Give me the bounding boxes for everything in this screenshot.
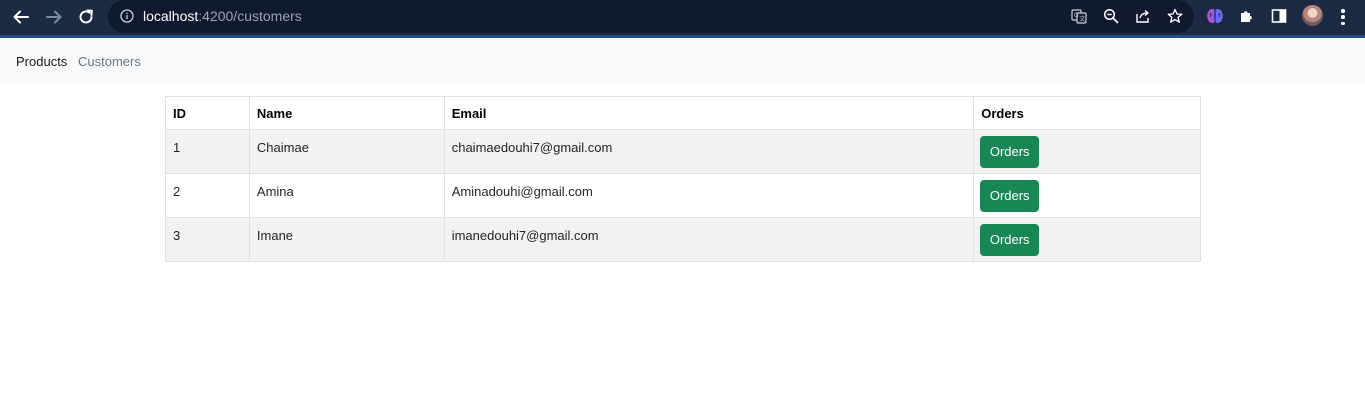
table-row: 2 Amina Aminadouhi@gmail.com Orders bbox=[165, 173, 1201, 218]
cell-orders: Orders bbox=[973, 129, 1201, 174]
zoom-icon bbox=[1103, 8, 1119, 24]
cell-orders: Orders bbox=[973, 173, 1201, 218]
orders-button[interactable]: Orders bbox=[980, 180, 1040, 212]
column-header-orders: Orders bbox=[973, 96, 1201, 130]
side-panel-icon bbox=[1271, 9, 1287, 23]
translate-icon: G 文 bbox=[1071, 9, 1087, 24]
back-arrow-icon bbox=[13, 10, 29, 24]
cell-name: Amina bbox=[248, 173, 445, 218]
more-menu-icon[interactable] bbox=[1336, 7, 1350, 27]
cell-email: imanedouhi7@gmail.com bbox=[443, 217, 975, 262]
orders-button[interactable]: Orders bbox=[980, 136, 1040, 168]
forward-arrow-icon bbox=[46, 10, 62, 24]
cell-id: 3 bbox=[165, 217, 250, 262]
puzzle-icon bbox=[1241, 11, 1252, 22]
orders-button[interactable]: Orders bbox=[980, 224, 1040, 256]
bookmark-button[interactable] bbox=[1166, 7, 1184, 25]
table-row: 1 Chaimae chaimaedouhi7@gmail.com Orders bbox=[165, 129, 1201, 174]
browser-toolbar: localhost:4200/customers G 文 bbox=[0, 0, 1365, 38]
cell-email: Aminadouhi@gmail.com bbox=[443, 173, 975, 218]
table-row: 3 Imane imanedouhi7@gmail.com Orders bbox=[165, 217, 1201, 262]
translate-button[interactable]: G 文 bbox=[1070, 7, 1088, 25]
nav-link-customers[interactable]: Customers bbox=[78, 54, 141, 69]
side-panel-button[interactable] bbox=[1270, 7, 1288, 25]
cell-email: chaimaedouhi7@gmail.com bbox=[443, 129, 975, 174]
nav-link-products[interactable]: Products bbox=[16, 54, 67, 69]
avatar[interactable] bbox=[1302, 5, 1323, 26]
app-navbar: Products Customers bbox=[0, 38, 1365, 83]
customers-table: ID Name Email Orders 1 Chaimae chaimaedo… bbox=[165, 96, 1201, 262]
cell-name: Imane bbox=[248, 217, 445, 262]
info-icon[interactable] bbox=[120, 9, 134, 23]
share-button[interactable] bbox=[1134, 7, 1152, 25]
extensions-button[interactable] bbox=[1238, 7, 1256, 25]
share-icon bbox=[1136, 9, 1149, 23]
cell-id: 1 bbox=[165, 129, 250, 174]
column-header-name: Name bbox=[248, 96, 445, 130]
url-text[interactable]: localhost:4200/customers bbox=[143, 8, 302, 25]
star-icon bbox=[1167, 8, 1183, 23]
reload-button[interactable] bbox=[73, 4, 99, 30]
brain-extension-icon bbox=[1207, 9, 1223, 23]
url-host: localhost bbox=[143, 8, 199, 24]
brain-extension-button[interactable] bbox=[1206, 7, 1224, 25]
reload-icon bbox=[79, 9, 93, 24]
table-header-row: ID Name Email Orders bbox=[165, 96, 1201, 130]
zoom-button[interactable] bbox=[1102, 7, 1120, 25]
cell-orders: Orders bbox=[973, 217, 1201, 262]
cell-id: 2 bbox=[165, 173, 250, 218]
column-header-id: ID bbox=[165, 96, 250, 130]
forward-button[interactable] bbox=[41, 4, 67, 30]
svg-text:G: G bbox=[1074, 12, 1079, 19]
address-bar[interactable]: localhost:4200/customers G 文 bbox=[108, 0, 1194, 33]
back-button[interactable] bbox=[8, 4, 34, 30]
svg-text:文: 文 bbox=[1079, 15, 1085, 23]
url-path: :4200/customers bbox=[198, 8, 302, 24]
cell-name: Chaimae bbox=[248, 129, 445, 174]
column-header-email: Email bbox=[443, 96, 975, 130]
